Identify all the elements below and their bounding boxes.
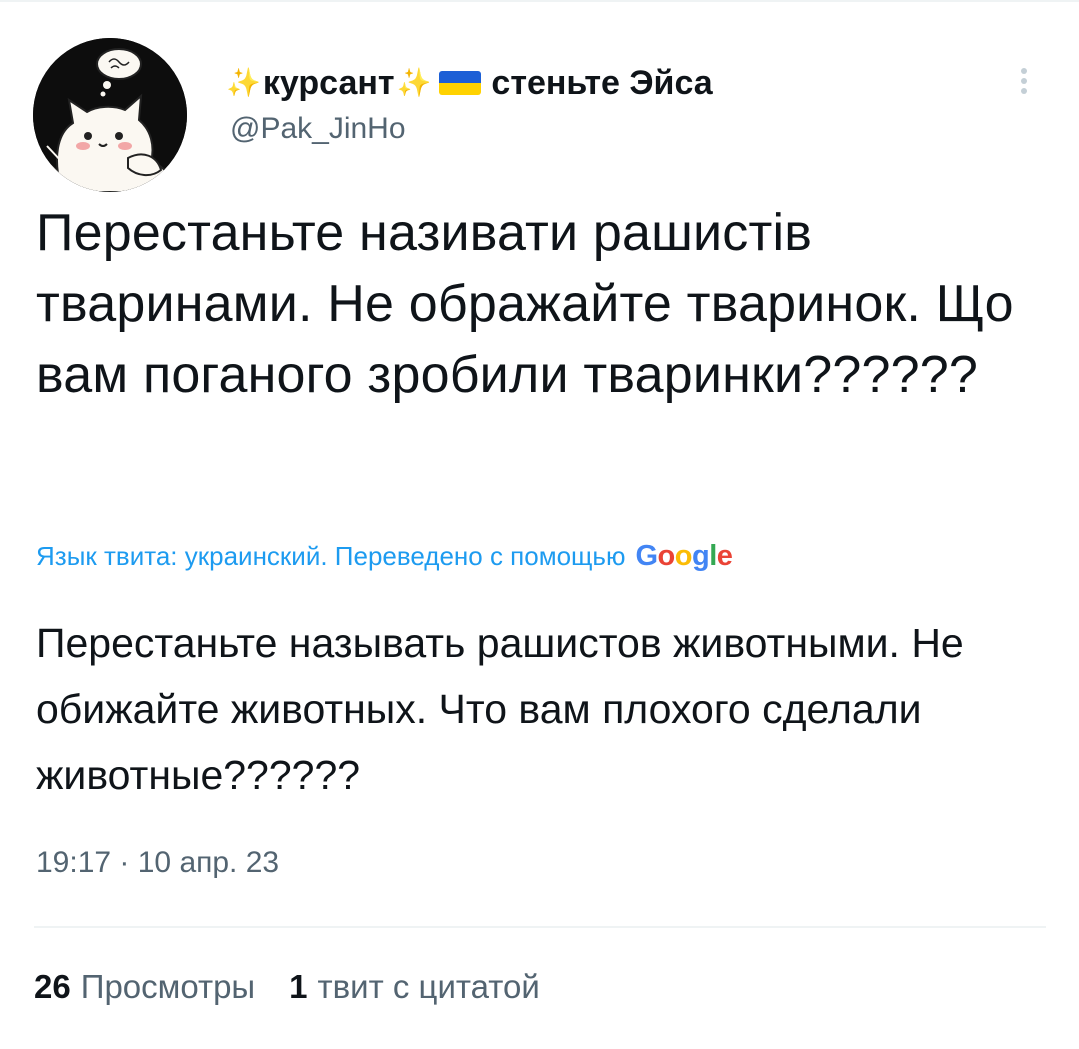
user-handle[interactable]: @Pak_JinHo xyxy=(230,112,713,146)
ukraine-flag-icon xyxy=(439,71,482,95)
tweet-timestamp[interactable]: 19:17 · 10 апр. 23 xyxy=(36,846,279,880)
translated-text: Перестаньте называть рашистов животными.… xyxy=(36,620,964,798)
quotes-label: твит с цитатой xyxy=(317,968,540,1005)
quotes-stat[interactable]: 1 твит с цитатой xyxy=(289,968,540,1006)
display-name-part-2: стеньте Эйса xyxy=(491,63,713,102)
divider xyxy=(34,926,1046,928)
tweet-text: Перестаньте називати рашистів тваринами.… xyxy=(36,204,1014,404)
avatar-cat-illustration xyxy=(33,38,187,192)
views-stat[interactable]: 26 Просмотры xyxy=(34,968,255,1006)
sparkles-icon: ✨ xyxy=(396,67,432,98)
display-name[interactable]: ✨ курсант ✨ стеньте Эйса xyxy=(226,62,713,104)
views-count: 26 xyxy=(34,968,71,1005)
quotes-count: 1 xyxy=(289,968,308,1005)
translation-label[interactable]: Язык твита: украинский. Переведено с пом… xyxy=(36,541,625,572)
sparkles-icon: ✨ xyxy=(226,67,261,98)
avatar[interactable] xyxy=(33,38,187,192)
tweet: ✨ курсант ✨ стеньте Эйса @Pak_JinHo Пере… xyxy=(0,0,1079,1049)
author-info[interactable]: ✨ курсант ✨ стеньте Эйса @Pak_JinHo xyxy=(226,62,713,146)
more-vertical-icon[interactable] xyxy=(1012,64,1036,104)
display-name-part-1: курсант xyxy=(262,63,395,102)
views-label: Просмотры xyxy=(80,968,256,1005)
google-logo: Google xyxy=(635,540,733,572)
tweet-stats: 26 Просмотры 1 твит с цитатой xyxy=(34,968,574,1006)
translation-notice[interactable]: Язык твита: украинский. Переведено с пом… xyxy=(36,540,733,573)
